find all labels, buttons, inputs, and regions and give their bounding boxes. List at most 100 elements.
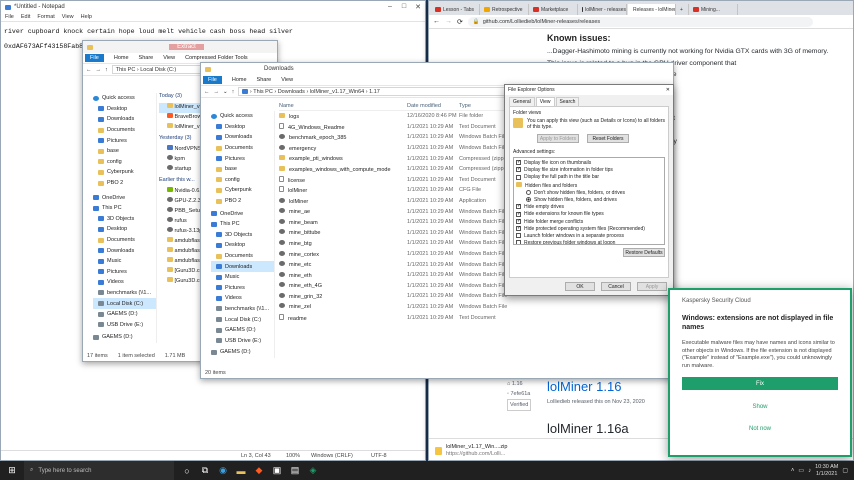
ribbon-share-tab[interactable]: Share — [139, 55, 154, 61]
maximize-icon[interactable]: □ — [397, 3, 411, 11]
nav-item[interactable]: base — [93, 146, 156, 157]
menu-format[interactable]: Format — [37, 14, 54, 20]
setting-folder[interactable]: Hidden files and folders — [516, 181, 662, 190]
apply-to-folders-button[interactable]: Apply to Folders — [537, 134, 579, 143]
menu-help[interactable]: Help — [81, 14, 92, 20]
ribbon-home-tab[interactable]: Home — [114, 55, 129, 61]
nav-item[interactable]: OneDrive — [93, 192, 156, 203]
nav-item[interactable]: Pictures — [211, 283, 274, 294]
nav-item[interactable]: Videos — [211, 293, 274, 304]
setting-check[interactable]: Hide folder merge conflicts — [516, 218, 662, 226]
nav-item[interactable]: GAEMS (D:) — [211, 325, 274, 336]
kaspersky-icon[interactable]: ◈ — [304, 461, 322, 480]
file-row[interactable]: 4G_Windows_Readme 1/1/2021 10:29 AM Text D… — [279, 122, 509, 133]
apply-button[interactable]: Apply — [637, 282, 667, 291]
cancel-button[interactable]: Cancel — [601, 282, 631, 291]
tab-5-active[interactable]: Releases - lolMiner — [628, 4, 676, 15]
new-tab-button[interactable]: + — [677, 4, 689, 15]
nav-item[interactable]: GAEMS (D:) — [93, 332, 156, 343]
ribbon-compressed-tab[interactable]: Compressed Folder Tools — [185, 55, 248, 61]
nav-item[interactable]: Desktop — [211, 122, 274, 133]
up-icon[interactable]: ↑ — [105, 67, 108, 73]
file-row[interactable]: example_pti_windows 1/1/2021 10:29 AM Comp… — [279, 153, 509, 164]
cortana-icon[interactable]: ○ — [178, 461, 196, 480]
file-row[interactable]: mine_etc 1/1/2021 10:29 AM Windows Batch F… — [279, 259, 509, 270]
fix-button[interactable]: Fix — [682, 377, 838, 390]
nav-item[interactable]: Desktop — [93, 224, 156, 235]
chevron-up-icon[interactable]: ˄ — [791, 468, 795, 474]
tab-7[interactable]: Mining... — [690, 4, 738, 15]
file-row[interactable]: mine_zel 1/1/2021 10:29 AM Windows Batch F… — [279, 302, 509, 313]
nav-item[interactable]: USB Drive (E:) — [93, 319, 156, 330]
nav-item[interactable]: GAEMS (D:) — [211, 347, 274, 358]
explorer2-titlebar[interactable]: Downloads — [201, 63, 673, 75]
nav-item[interactable]: benchmarks (\\1... — [211, 304, 274, 315]
back-icon[interactable]: ← — [204, 89, 210, 95]
ribbon-file-tab[interactable]: File — [85, 54, 104, 62]
nav-item[interactable]: USB Drive (E:) — [211, 335, 274, 346]
nav-item-selected[interactable]: Downloads — [211, 261, 274, 272]
setting-radio[interactable]: Don't show hidden files, folders, or dri… — [516, 190, 662, 197]
not-now-button[interactable]: Not now — [682, 422, 838, 435]
ribbon-home-tab[interactable]: Home — [232, 77, 247, 83]
setting-radio[interactable]: Show hidden files, folders, and drives — [516, 197, 662, 204]
nav-item[interactable]: Documents — [93, 125, 156, 136]
nav-item[interactable]: OneDrive — [211, 208, 274, 219]
tab-general[interactable]: General — [509, 97, 535, 106]
nav-item[interactable]: GAEMS (D:) — [93, 309, 156, 320]
setting-check[interactable]: Hide extensions for known file types — [516, 211, 662, 218]
file-row[interactable]: lolMiner 1/1/2021 10:29 AM CFG File — [279, 185, 509, 196]
up-icon[interactable]: ↑ — [232, 89, 235, 95]
nav-item[interactable]: config — [211, 175, 274, 186]
file-row[interactable]: logs 12/16/2020 8:46 PM File folder — [279, 111, 509, 122]
file-row[interactable]: mine_btg 1/1/2021 10:29 AM Windows Batch F… — [279, 238, 509, 249]
show-button[interactable]: Show — [682, 400, 838, 413]
nav-item[interactable]: base — [211, 164, 274, 175]
col-name[interactable]: Name — [279, 103, 407, 109]
download-item[interactable]: lolMiner_v1.17_Win....zip https://github… — [446, 444, 507, 458]
nav-item[interactable]: 3D Objects — [211, 230, 274, 241]
nav-item[interactable]: Videos — [93, 277, 156, 288]
tab-search[interactable]: Search — [555, 97, 580, 106]
nav-item[interactable]: Local Disk (C:) — [211, 314, 274, 325]
nav-item[interactable]: Cyberpunk — [211, 185, 274, 196]
forward-icon[interactable]: → — [214, 89, 220, 95]
nav-item[interactable]: PBO 2 — [211, 196, 274, 207]
nav-item[interactable]: Downloads — [93, 114, 156, 125]
notepad-icon[interactable]: ▤ — [286, 461, 304, 480]
file-row[interactable]: license 1/1/2021 10:29 AM Text Document — [279, 175, 509, 186]
file-row[interactable]: benchmark_epoch_385 1/1/2021 10:29 AM Wind… — [279, 132, 509, 143]
nav-item[interactable]: config — [93, 157, 156, 168]
tab-1[interactable]: Lesson - Tabs — [432, 4, 480, 15]
file-row[interactable]: examples_windows_with_compute_mode 1/1/20… — [279, 164, 509, 175]
back-icon[interactable]: ← — [433, 18, 440, 25]
restore-defaults-button[interactable]: Restore Defaults — [623, 248, 665, 257]
network-icon[interactable]: ▭ — [798, 467, 804, 474]
nav-item[interactable]: benchmarks (\\1... — [93, 288, 156, 299]
terminal-icon[interactable]: ▣ — [268, 461, 286, 480]
ribbon-share-tab[interactable]: Share — [257, 77, 272, 83]
nav-item[interactable]: Cyberpunk — [93, 167, 156, 178]
file-row[interactable]: mine_ae 1/1/2021 10:29 AM Windows Batch Fi… — [279, 206, 509, 217]
nav-item[interactable]: Quick access — [93, 93, 156, 104]
clock[interactable]: 10:30 AM 1/1/2021 — [815, 464, 838, 478]
setting-check[interactable]: Launch folder windows in a separate proc… — [516, 233, 662, 240]
close-icon[interactable]: ✕ — [666, 87, 670, 93]
tab-4[interactable]: lolMiner - releases — [579, 4, 627, 15]
explorer1-titlebar[interactable]: Extract — [83, 41, 277, 53]
ribbon-view-tab[interactable]: View — [281, 77, 293, 83]
nav-item[interactable]: Documents — [211, 251, 274, 262]
col-type[interactable]: Type — [459, 103, 471, 109]
nav-item[interactable]: PBO 2 — [93, 178, 156, 189]
nav-item[interactable]: Pictures — [93, 135, 156, 146]
nav-item-selected[interactable]: Local Disk (C:) — [93, 298, 156, 309]
forward-icon[interactable]: → — [445, 18, 452, 25]
nav-item[interactable]: This PC — [93, 203, 156, 214]
menu-edit[interactable]: Edit — [21, 14, 30, 20]
nav-item[interactable]: Music — [93, 256, 156, 267]
file-row[interactable]: mine_grin_32 1/1/2021 10:29 AM Windows Bat… — [279, 291, 509, 302]
nav-item[interactable]: Desktop — [211, 240, 274, 251]
file-row[interactable]: mine_cortex 1/1/2021 10:29 AM Windows Batc… — [279, 249, 509, 260]
nav-item[interactable]: Music — [211, 272, 274, 283]
nav-item[interactable]: 3D Objects — [93, 214, 156, 225]
